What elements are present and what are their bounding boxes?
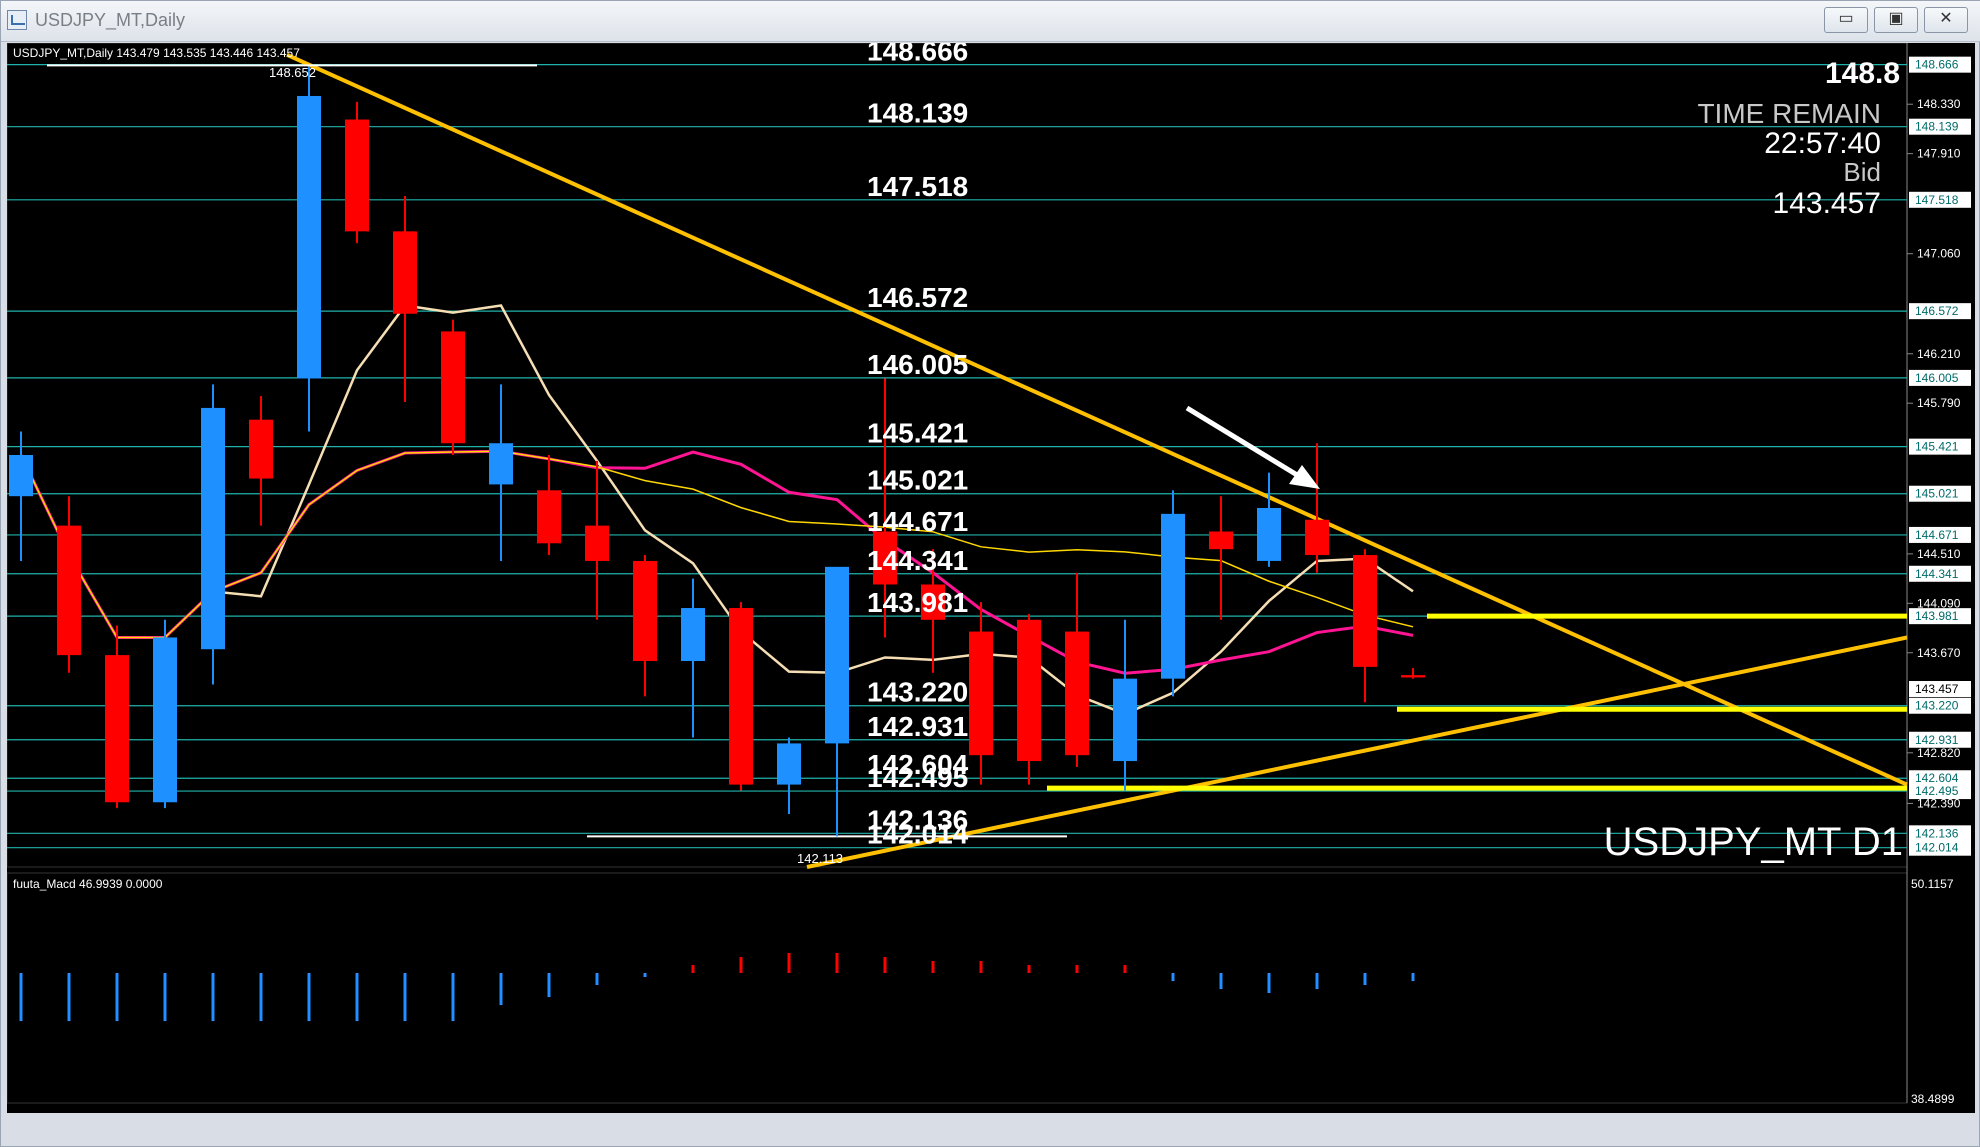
candle-body xyxy=(153,637,177,803)
level-label: 144.671 xyxy=(867,506,968,537)
axis-tick-label: 143.670 xyxy=(1917,646,1961,660)
current-price-tag-text: 143.457 xyxy=(1915,682,1959,696)
moving-averages xyxy=(19,304,1414,716)
candle-body xyxy=(777,743,801,785)
level-tag-text: 143.220 xyxy=(1915,699,1959,713)
candle-body xyxy=(1401,675,1425,678)
level-tag-text: 145.021 xyxy=(1915,487,1959,501)
candle-body xyxy=(345,119,369,232)
level-tag-text: 145.421 xyxy=(1915,440,1959,454)
level-tag-text: 147.518 xyxy=(1915,193,1959,207)
candle-body xyxy=(441,331,465,444)
level-tag-text: 143.981 xyxy=(1915,609,1959,623)
candle-body xyxy=(1113,678,1137,762)
candle-body xyxy=(201,407,225,650)
level-label: 143.981 xyxy=(867,587,968,618)
minimize-button[interactable]: ▭ xyxy=(1824,7,1868,33)
axis-tick-label: 142.820 xyxy=(1917,746,1961,760)
indicator-pane-frame xyxy=(7,872,1908,1104)
title-bar[interactable]: USDJPY_MT,Daily ▭ ▣ ✕ xyxy=(1,1,1980,42)
ma-line xyxy=(19,449,1414,675)
level-tag-text: 146.572 xyxy=(1915,304,1959,318)
level-tag-text: 148.139 xyxy=(1915,120,1959,134)
level-tag-text: 142.931 xyxy=(1915,733,1959,747)
macd-scale-top: 50.1157 xyxy=(1911,877,1954,891)
downtrend-line xyxy=(286,52,1908,787)
candle-body xyxy=(1161,513,1185,679)
level-label: 142.495 xyxy=(867,762,968,793)
level-label: 142.014 xyxy=(867,819,969,850)
high-price-label: 148.652 xyxy=(269,65,316,80)
candle-body xyxy=(1305,519,1329,556)
level-label: 145.421 xyxy=(867,418,968,449)
candle-body xyxy=(1065,631,1089,756)
chart-window-icon xyxy=(7,10,27,30)
level-tag-text: 146.005 xyxy=(1915,371,1959,385)
terminal-window: USDJPY_MT,Daily ▭ ▣ ✕ 148.666 148.139 147.… xyxy=(0,0,1980,1147)
price-chart[interactable]: 148.666 148.139 147.518 146.572 146.005 145.4… xyxy=(7,43,1975,1113)
candle-body xyxy=(297,95,321,379)
level-tag-text: 148.666 xyxy=(1915,58,1959,72)
level-label: 148.139 xyxy=(867,98,968,129)
axis-tick-label: 148.330 xyxy=(1917,97,1961,111)
candle-body xyxy=(633,560,657,661)
level-tag-text: 144.341 xyxy=(1915,567,1959,581)
candle-body xyxy=(729,608,753,785)
axis-tick-label: 142.390 xyxy=(1917,796,1961,810)
candle-body xyxy=(537,490,561,544)
arrow-head-icon xyxy=(1289,465,1320,489)
level-label: 146.572 xyxy=(867,282,968,313)
candle-body xyxy=(969,631,993,756)
time-remain-label: TIME REMAIN xyxy=(1697,98,1881,129)
level-labels: 148.666 148.139 147.518 146.572 146.005 145.4… xyxy=(867,43,969,850)
ma-line xyxy=(20,450,1414,639)
bid-label: Bid xyxy=(1843,157,1881,187)
macd-label: fuuta_Macd 46.9939 0.0000 xyxy=(13,877,163,891)
level-tag-text: 142.136 xyxy=(1915,826,1959,840)
level-label: 145.021 xyxy=(867,465,968,496)
candle-body xyxy=(681,608,705,661)
macd-scale-bottom: 38.4899 xyxy=(1911,1092,1955,1106)
candle-body xyxy=(1257,507,1281,561)
main-pane-frame xyxy=(7,43,1908,868)
axis-tick-label: 147.910 xyxy=(1917,147,1961,161)
axis-tick-label: 144.090 xyxy=(1917,596,1961,610)
candle-body xyxy=(57,525,81,656)
big-price-display: 148.8 xyxy=(1825,57,1900,90)
level-label: 143.220 xyxy=(867,677,968,708)
candle-body xyxy=(393,231,417,314)
candle-body xyxy=(489,443,513,485)
level-label: 146.005 xyxy=(867,349,968,380)
candle-body xyxy=(585,525,609,561)
chart-area[interactable]: 148.666 148.139 147.518 146.572 146.005 145.4… xyxy=(7,43,1975,1113)
axis-tick-label: 144.510 xyxy=(1917,547,1961,561)
level-tag-text: 142.014 xyxy=(1915,841,1959,855)
level-label: 148.666 xyxy=(867,43,968,67)
candle-body xyxy=(1209,531,1233,550)
candle-body xyxy=(249,419,273,479)
window-title: USDJPY_MT,Daily xyxy=(35,10,186,30)
candle-body xyxy=(9,455,33,497)
level-label: 142.931 xyxy=(867,711,968,742)
candle-body xyxy=(105,655,129,803)
candlesticks xyxy=(9,66,1425,837)
level-tag-text: 144.671 xyxy=(1915,528,1959,542)
symbol-watermark: USDJPY_MT D1 xyxy=(1604,820,1903,864)
level-label: 147.518 xyxy=(867,171,968,202)
time-remain-value: 22:57:40 xyxy=(1764,127,1881,160)
low-price-label: 142.113 xyxy=(797,851,843,866)
candle-body xyxy=(825,566,849,744)
axis-tick-label: 146.210 xyxy=(1917,347,1961,361)
axis-tick-label: 147.060 xyxy=(1917,247,1961,261)
candle-body xyxy=(1353,555,1377,667)
ma-line xyxy=(19,304,1414,716)
candle-body xyxy=(1017,619,1041,762)
bid-value: 143.457 xyxy=(1773,187,1881,220)
axis-tick-label: 145.790 xyxy=(1917,396,1961,410)
level-label: 144.341 xyxy=(867,545,968,576)
macd-histogram xyxy=(19,953,1415,1021)
maximize-button[interactable]: ▣ xyxy=(1874,7,1918,33)
ohlc-info: USDJPY_MT,Daily 143.479 143.535 143.446 … xyxy=(13,46,300,60)
close-button[interactable]: ✕ xyxy=(1924,7,1968,33)
